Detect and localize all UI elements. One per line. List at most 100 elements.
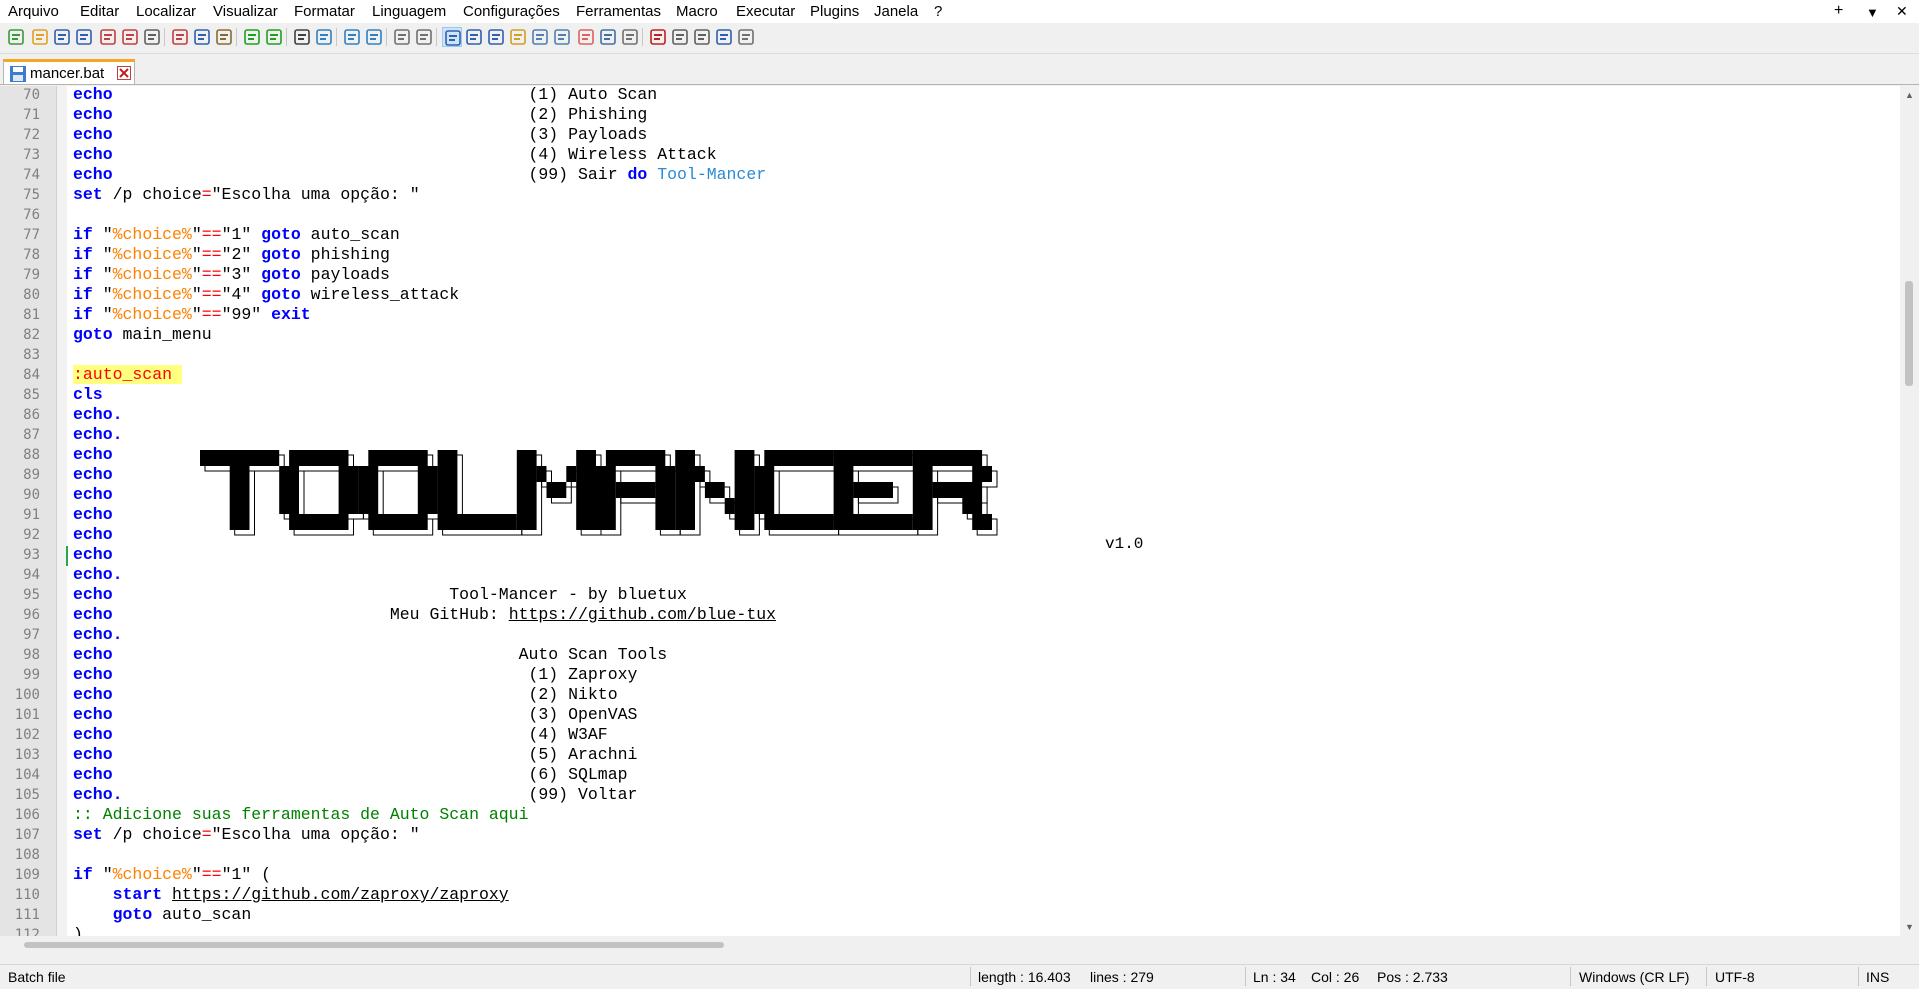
- sync-horizontal-icon[interactable]: [414, 27, 434, 47]
- line-number: 98: [23, 647, 40, 663]
- status-encoding[interactable]: UTF-8: [1715, 969, 1755, 985]
- new-file-icon[interactable]: [6, 27, 26, 47]
- menu-visualizar[interactable]: Visualizar: [213, 2, 278, 21]
- toolbar-separator: [236, 28, 237, 46]
- code-editor[interactable]: 70 71 72 73 74 75 76 77 78 79 80 81 82 83 84 85 86 87 88 89…: [0, 86, 1900, 936]
- open-file-icon[interactable]: [30, 27, 50, 47]
- code-token: goto: [261, 265, 301, 284]
- play-macro-icon[interactable]: [692, 27, 712, 47]
- banner-block: [516, 450, 537, 530]
- code-token: ==: [201, 305, 222, 324]
- save-macro-icon[interactable]: [736, 27, 756, 47]
- stop-record-icon[interactable]: [670, 27, 690, 47]
- line-number: 84: [23, 367, 40, 383]
- horizontal-scrollbar[interactable]: [0, 936, 1900, 953]
- status-divider: [970, 967, 971, 986]
- scroll-down-arrow-icon[interactable]: ▼: [1905, 922, 1914, 932]
- word-wrap-icon[interactable]: [442, 27, 462, 47]
- menu-configuracoes[interactable]: Configurações: [463, 2, 560, 21]
- replace-icon[interactable]: [314, 27, 334, 47]
- banner-block: [675, 450, 695, 530]
- line-number: 81: [23, 307, 40, 323]
- code-token: echo: [73, 685, 113, 704]
- zoom-out-icon[interactable]: [364, 27, 384, 47]
- status-eol-format[interactable]: Windows (CR LF): [1579, 969, 1689, 985]
- fold-margin[interactable]: [57, 86, 67, 936]
- banner-block: [764, 450, 834, 466]
- close-tab-icon[interactable]: [117, 66, 131, 80]
- banner-block: [912, 466, 933, 530]
- banner-block: [368, 514, 428, 530]
- run-macro-multiple-icon[interactable]: [714, 27, 734, 47]
- code-token: :auto_scan: [73, 365, 182, 384]
- menu-linguagem[interactable]: Linguagem: [372, 2, 446, 21]
- toolbar-separator: [336, 28, 337, 46]
- paste-icon[interactable]: [214, 27, 234, 47]
- code-line: echo: [73, 465, 113, 485]
- doc-map-icon[interactable]: [530, 27, 550, 47]
- save-all-icon[interactable]: [74, 27, 94, 47]
- menu-help[interactable]: ?: [934, 2, 942, 21]
- line-number: 99: [23, 667, 40, 683]
- line-number: 103: [14, 747, 40, 763]
- code-token: echo: [73, 585, 113, 604]
- tab-mancer-bat[interactable]: mancer.bat: [3, 59, 135, 84]
- menu-ferramentas[interactable]: Ferramentas: [576, 2, 661, 21]
- function-list-icon[interactable]: [552, 27, 572, 47]
- menu-executar[interactable]: Executar: [736, 2, 795, 21]
- vertical-scrollbar[interactable]: ▲ ▼: [1900, 86, 1919, 936]
- menu-editar[interactable]: Editar: [80, 2, 119, 21]
- code-line: echo: [73, 445, 113, 465]
- cut-icon[interactable]: [170, 27, 190, 47]
- code-line: if "%choice%"=="99" exit: [73, 305, 311, 324]
- line-number: 105: [14, 787, 40, 803]
- close-all-icon[interactable]: [120, 27, 140, 47]
- indent-guide-icon[interactable]: [486, 27, 506, 47]
- line-number: 74: [23, 167, 40, 183]
- code-token: set: [73, 825, 103, 844]
- horizontal-scroll-thumb[interactable]: [24, 942, 724, 948]
- vertical-scroll-thumb[interactable]: [1905, 281, 1913, 386]
- menu-arquivo[interactable]: Arquivo: [8, 2, 59, 21]
- status-insert-mode[interactable]: INS: [1866, 969, 1889, 985]
- menu-macro[interactable]: Macro: [676, 2, 718, 21]
- code-token: ==: [201, 265, 222, 284]
- menu-formatar[interactable]: Formatar: [294, 2, 355, 21]
- banner-block: [724, 498, 735, 514]
- redo-icon[interactable]: [264, 27, 284, 47]
- banner-block: [853, 482, 893, 498]
- monitoring-icon[interactable]: [598, 27, 618, 47]
- doc-switcher-icon[interactable]: [620, 27, 640, 47]
- show-all-chars-icon[interactable]: [464, 27, 484, 47]
- close-file-icon[interactable]: [98, 27, 118, 47]
- folder-workspace-icon[interactable]: [576, 27, 596, 47]
- line-number: 106: [14, 807, 40, 823]
- menu-localizar[interactable]: Localizar: [136, 2, 196, 21]
- line-number: 75: [23, 187, 40, 203]
- undo-icon[interactable]: [242, 27, 262, 47]
- menu-plugins[interactable]: Plugins: [810, 2, 859, 21]
- record-macro-icon[interactable]: [648, 27, 668, 47]
- sync-vertical-icon[interactable]: [392, 27, 412, 47]
- code-line: echo (6) SQLmap: [73, 765, 628, 784]
- status-column: Col : 26: [1311, 969, 1360, 985]
- toolbar-separator: [436, 28, 437, 46]
- code-token: if: [73, 285, 93, 304]
- print-icon[interactable]: [142, 27, 162, 47]
- scroll-up-arrow-icon[interactable]: ▲: [1905, 90, 1914, 100]
- banner-block: [972, 466, 992, 482]
- copy-icon[interactable]: [192, 27, 212, 47]
- tab-list-dropdown-icon[interactable]: ▼: [1866, 3, 1879, 22]
- save-icon[interactable]: [52, 27, 72, 47]
- code-line: echo Auto Scan Tools: [73, 645, 668, 664]
- close-document-icon[interactable]: ✕: [1896, 2, 1908, 21]
- find-icon[interactable]: [292, 27, 312, 47]
- user-language-icon[interactable]: [508, 27, 528, 47]
- new-tab-plus-icon[interactable]: +: [1834, 1, 1843, 20]
- line-number: 72: [23, 127, 40, 143]
- code-line: if "%choice%"=="1" goto auto_scan: [73, 225, 400, 244]
- banner-block: [754, 466, 775, 514]
- zoom-in-icon[interactable]: [342, 27, 362, 47]
- menu-janela[interactable]: Janela: [874, 2, 918, 21]
- code-token: if: [73, 265, 93, 284]
